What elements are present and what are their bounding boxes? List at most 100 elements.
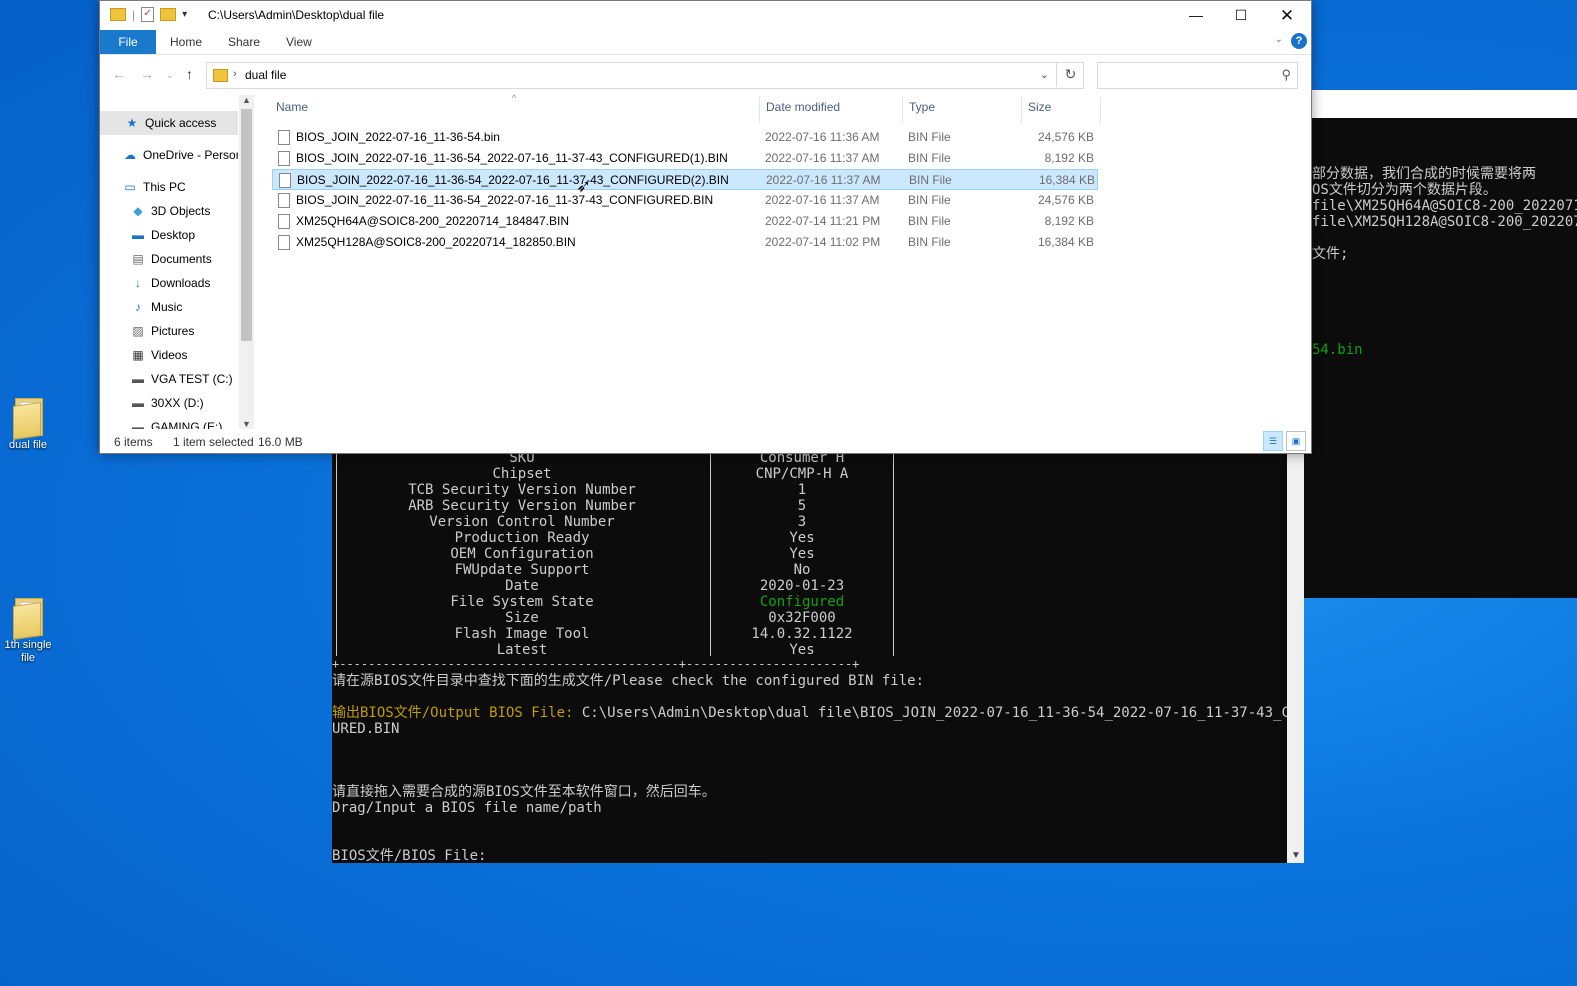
console-titlebar[interactable] — [1304, 90, 1577, 118]
console-line: 文件; — [1312, 246, 1349, 262]
music-icon: ♪ — [135, 300, 141, 314]
column-header-type[interactable]: Type — [909, 100, 935, 114]
scroll-down-icon[interactable]: ▼ — [242, 419, 251, 429]
file-row-selected[interactable]: BIOS_JOIN_2022-07-16_11-36-54_2022-07-16… — [272, 169, 1098, 190]
file-date: 2022-07-16 11:37 AM — [765, 193, 880, 207]
help-icon[interactable]: ? — [1291, 33, 1307, 49]
sidebar-item-drive-d[interactable]: ▬ 30XX (D:) — [100, 391, 238, 415]
sidebar-item-onedrive[interactable]: ☁ OneDrive - Personal — [100, 143, 238, 167]
tab-file[interactable]: File — [100, 30, 156, 54]
sidebar-item-drive-c[interactable]: ▬ VGA TEST (C:) — [100, 367, 238, 391]
console-line: file\XM25QH64A@SOIC8-200_2022071 — [1312, 198, 1577, 214]
sidebar-item-pictures[interactable]: ▨ Pictures — [100, 319, 238, 343]
sidebar-item-desktop[interactable]: ▬ Desktop — [100, 223, 238, 247]
maximize-button[interactable]: ☐ — [1218, 1, 1264, 30]
sidebar-item-quick-access[interactable]: ★ Quick access — [100, 111, 238, 135]
desktop-icon-dual-file[interactable]: dual file — [0, 398, 56, 452]
sidebar-item-downloads[interactable]: ↓ Downloads — [100, 271, 238, 295]
properties-icon[interactable]: ✓ — [141, 7, 155, 22]
file-row[interactable]: XM25QH128A@SOIC8-200_20220714_182850.BIN… — [272, 232, 1098, 253]
output-path: C:\Users\Admin\Desktop\dual file\BIOS_JO… — [573, 705, 1304, 721]
chevron-right-icon[interactable]: › — [233, 68, 237, 80]
column-divider[interactable] — [902, 97, 903, 123]
sidebar-item-label: Quick access — [145, 116, 217, 130]
table-value: 2020-01-23 — [759, 578, 845, 594]
file-type: BIN File — [908, 235, 951, 249]
file-name: BIOS_JOIN_2022-07-16_11-36-54_2022-07-16… — [296, 151, 728, 165]
drive-icon: ▬ — [132, 396, 144, 410]
console-window[interactable]: SKU Consumer H Chipset CNP/CMP-H A TCB Sec… — [332, 450, 1304, 863]
file-size: 16,384 KB — [1038, 173, 1095, 187]
large-icons-view-button[interactable]: ▣ — [1286, 431, 1306, 451]
sidebar-item-drive-e[interactable]: ▬ GAMING (E:) — [100, 415, 238, 429]
file-row[interactable]: BIOS_JOIN_2022-07-16_11-36-54.bin 2022-07… — [272, 127, 1098, 148]
file-size: 16,384 KB — [1037, 235, 1094, 249]
drag-message-cn: 请直接拖入需要合成的源BIOS文件至本软件窗口，然后回车。 — [332, 784, 716, 800]
file-type: BIN File — [909, 173, 952, 187]
file-row[interactable]: BIOS_JOIN_2022-07-16_11-36-54_2022-07-16… — [272, 148, 1098, 169]
navigation-pane[interactable]: ★ Quick access ☁ OneDrive - Personal ▭ This… — [100, 95, 254, 429]
console-line — [1304, 310, 1577, 326]
scroll-down-icon[interactable]: ▼ — [1291, 850, 1301, 861]
table-key: Production Ready — [454, 530, 590, 546]
tab-share[interactable]: Share — [228, 30, 260, 54]
table-value: Yes — [789, 546, 815, 562]
column-divider[interactable] — [759, 97, 760, 123]
recent-dropdown-icon[interactable]: ⌄ — [166, 70, 174, 81]
titlebar[interactable]: | ✓ ▾ C:\Users\Admin\Desktop\dual file —… — [100, 1, 1311, 30]
sidebar-item-documents[interactable]: ▤ Documents — [100, 247, 238, 271]
output-line: 输出BIOS文件/Output BIOS File: C:\Users\Admi… — [332, 705, 1304, 721]
desktop-icon: ▬ — [132, 228, 144, 242]
up-button[interactable]: ↑ — [186, 66, 193, 82]
column-header-name[interactable]: Name — [276, 100, 308, 114]
refresh-button[interactable]: ↻ — [1056, 62, 1084, 87]
tab-view[interactable]: View — [286, 30, 312, 54]
sort-ascending-icon: ^ — [512, 93, 517, 103]
folder-icon[interactable] — [110, 8, 126, 21]
details-view-button[interactable]: ☰ — [1263, 431, 1283, 451]
table-row: Chipset CNP/CMP-H A — [336, 466, 896, 482]
file-row[interactable]: XM25QH64A@SOIC8-200_20220714_184847.BIN 2… — [272, 211, 1098, 232]
table-row: Date 2020-01-23 — [336, 578, 896, 594]
sidebar-item-label: VGA TEST (C:) — [151, 372, 233, 386]
table-row: Latest Yes — [336, 642, 896, 658]
address-dropdown-icon[interactable]: ⌄ — [1040, 68, 1049, 81]
minimize-button[interactable]: — — [1173, 1, 1219, 30]
sidebar-item-3d-objects[interactable]: ◆ 3D Objects — [100, 199, 238, 223]
console-scrollbar[interactable]: ▼ — [1287, 450, 1304, 863]
file-row[interactable]: BIOS_JOIN_2022-07-16_11-36-54_2022-07-16… — [272, 190, 1098, 211]
sidebar-item-videos[interactable]: ▦ Videos — [100, 343, 238, 367]
column-divider[interactable] — [1021, 97, 1022, 123]
column-header-date[interactable]: Date modified — [766, 100, 840, 114]
desktop-icon-single-file[interactable]: 1th single file — [0, 598, 56, 665]
nav-scrollbar[interactable]: ▲ ▼ — [239, 95, 254, 429]
cube-icon: ◆ — [133, 204, 143, 218]
selection-count: 1 item selected — [173, 435, 254, 449]
sidebar-item-label: Pictures — [151, 324, 195, 338]
address-bar[interactable]: › dual file ⌄ — [206, 62, 1084, 89]
customize-dropdown-icon[interactable]: ▾ — [182, 9, 187, 20]
search-input[interactable]: ⚲ — [1097, 62, 1298, 89]
scroll-up-icon[interactable]: ▲ — [242, 95, 251, 105]
expand-ribbon-icon[interactable]: ⌄ — [1275, 34, 1283, 45]
column-header-size[interactable]: Size — [1028, 100, 1051, 114]
forward-button[interactable]: → — [140, 66, 154, 82]
address-text[interactable]: dual file — [245, 68, 286, 82]
close-button[interactable]: ✕ — [1264, 1, 1310, 30]
table-row: TCB Security Version Number 1 — [336, 482, 896, 498]
bios-file-prompt[interactable]: BIOS文件/BIOS File: — [332, 848, 486, 863]
sidebar-item-label: Videos — [151, 348, 188, 362]
sidebar-item-music[interactable]: ♪ Music — [100, 295, 238, 319]
sidebar-item-this-pc[interactable]: ▭ This PC — [100, 175, 238, 199]
column-divider[interactable] — [1100, 97, 1101, 123]
back-button[interactable]: ← — [112, 66, 126, 82]
sidebar-item-label: Music — [151, 300, 183, 314]
console-line — [1304, 294, 1577, 310]
file-list[interactable]: ^ Name Date modified Type Size BIOS_JOIN… — [260, 93, 1310, 429]
scrollbar-thumb[interactable] — [241, 109, 252, 341]
file-explorer-window[interactable]: | ✓ ▾ C:\Users\Admin\Desktop\dual file —… — [99, 0, 1312, 454]
tab-home[interactable]: Home — [170, 30, 202, 54]
background-console-window[interactable]: 部分数据，我们合成的时候需要将两 OS文件切分为两个数据片段。 file\XM2… — [1304, 90, 1577, 598]
file-type: BIN File — [908, 193, 951, 207]
new-folder-icon[interactable] — [160, 8, 177, 21]
